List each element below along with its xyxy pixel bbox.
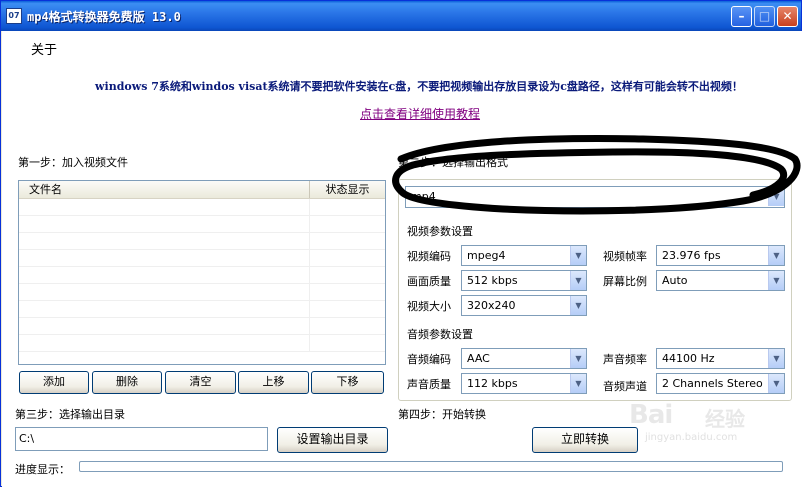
filename-cell (19, 233, 310, 249)
add-button[interactable]: 添加 (19, 371, 89, 394)
app-icon: 07 (6, 8, 22, 24)
table-row[interactable] (19, 199, 385, 216)
window-title: mp4格式转换器免费版 13.0 (27, 10, 181, 24)
column-status[interactable]: 状态显示 (310, 181, 385, 198)
audio-quality-label: 声音质量 (407, 378, 451, 391)
progress-bar (79, 461, 783, 472)
table-row[interactable] (19, 250, 385, 267)
chevron-down-icon[interactable]: ▼ (768, 349, 784, 368)
status-cell (310, 284, 385, 300)
status-cell (310, 267, 385, 283)
aspect-ratio-value: Auto (662, 274, 688, 287)
filename-cell (19, 284, 310, 300)
filename-cell (19, 250, 310, 266)
step3-label: 第三步：选择输出目录 (15, 408, 125, 421)
audio-codec-value: AAC (467, 352, 490, 365)
audio-codec-select[interactable]: AAC ▼ (461, 348, 587, 369)
chevron-down-icon[interactable]: ▼ (570, 349, 586, 368)
progress-label: 进度显示： (15, 463, 70, 476)
main-content: 关于 windows 7系统和windos visat系统请不要把软件安装在c盘… (2, 31, 802, 487)
filename-cell (19, 267, 310, 283)
video-settings-heading: 视频参数设置 (407, 225, 473, 238)
table-row[interactable] (19, 335, 385, 352)
status-cell (310, 301, 385, 317)
sample-rate-label: 声音频率 (603, 353, 647, 366)
chevron-down-icon[interactable]: ▼ (570, 374, 586, 393)
audio-channels-value: 2 Channels Stereo (662, 377, 763, 390)
audio-quality-select[interactable]: 112 kbps ▼ (461, 373, 587, 394)
tutorial-link[interactable]: 点击查看详细使用教程 (360, 105, 480, 122)
table-row[interactable] (19, 284, 385, 301)
aspect-ratio-select[interactable]: Auto ▼ (656, 270, 785, 291)
filename-cell (19, 199, 310, 215)
video-quality-select[interactable]: 512 kbps ▼ (461, 270, 587, 291)
delete-button[interactable]: 删除 (92, 371, 162, 394)
audio-codec-label: 音频编码 (407, 353, 451, 366)
minimize-button[interactable]: – (731, 6, 752, 27)
install-warning: windows 7系统和windos visat系统请不要把软件安装在c盘，不要… (95, 80, 743, 93)
framerate-value: 23.976 fps (662, 249, 721, 262)
chevron-down-icon[interactable]: ▼ (768, 271, 784, 290)
audio-channels-label: 音频声道 (603, 380, 647, 393)
filename-cell (19, 335, 310, 351)
table-row[interactable] (19, 301, 385, 318)
table-row[interactable] (19, 233, 385, 250)
video-quality-label: 画面质量 (407, 275, 451, 288)
sample-rate-select[interactable]: 44100 Hz ▼ (656, 348, 785, 369)
file-list[interactable]: 文件名 状态显示 (18, 180, 386, 365)
convert-now-button[interactable]: 立即转换 (532, 427, 638, 453)
filename-cell (19, 301, 310, 317)
filename-cell (19, 216, 310, 232)
video-size-label: 视频大小 (407, 300, 451, 313)
framerate-label: 视频帧率 (603, 250, 647, 263)
title-bar[interactable]: 07 mp4格式转换器免费版 13.0 – □ ✕ (1, 1, 801, 31)
video-quality-value: 512 kbps (467, 274, 518, 287)
filename-cell (19, 318, 310, 334)
framerate-select[interactable]: 23.976 fps ▼ (656, 245, 785, 266)
set-output-dir-button[interactable]: 设置输出目录 (277, 427, 388, 453)
chevron-down-icon[interactable]: ▼ (570, 246, 586, 265)
file-list-rows (19, 199, 385, 352)
video-codec-label: 视频编码 (407, 250, 451, 263)
video-size-value: 320x240 (467, 299, 516, 312)
sample-rate-value: 44100 Hz (662, 352, 715, 365)
chevron-down-icon[interactable]: ▼ (570, 296, 586, 315)
status-cell (310, 335, 385, 351)
aspect-ratio-label: 屏幕比例 (603, 275, 647, 288)
status-cell (310, 250, 385, 266)
status-cell (310, 233, 385, 249)
table-row[interactable] (19, 216, 385, 233)
chevron-down-icon[interactable]: ▼ (768, 374, 784, 393)
table-row[interactable] (19, 267, 385, 284)
maximize-button[interactable]: □ (754, 6, 775, 27)
chevron-down-icon[interactable]: ▼ (768, 246, 784, 265)
status-cell (310, 216, 385, 232)
menu-about[interactable]: 关于 (31, 39, 57, 58)
column-filename[interactable]: 文件名 (19, 181, 310, 198)
step2-label: 第二步：选择输出格式 (398, 156, 508, 169)
file-list-header: 文件名 状态显示 (19, 181, 385, 199)
clear-button[interactable]: 清空 (165, 371, 236, 394)
app-window: 07 mp4格式转换器免费版 13.0 – □ ✕ 关于 windows 7系统… (0, 0, 802, 487)
move-down-button[interactable]: 下移 (311, 371, 384, 394)
video-codec-value: mpeg4 (467, 249, 506, 262)
chevron-down-icon[interactable]: ▼ (570, 271, 586, 290)
status-cell (310, 318, 385, 334)
step1-label: 第一步：加入视频文件 (18, 156, 128, 169)
audio-quality-value: 112 kbps (467, 377, 518, 390)
output-path-field[interactable]: C:\ (15, 427, 268, 451)
status-cell (310, 199, 385, 215)
table-row[interactable] (19, 318, 385, 335)
video-codec-select[interactable]: mpeg4 ▼ (461, 245, 587, 266)
audio-channels-select[interactable]: 2 Channels Stereo ▼ (656, 373, 785, 394)
step4-label: 第四步：开始转换 (398, 408, 486, 421)
close-button[interactable]: ✕ (777, 6, 798, 27)
audio-settings-heading: 音频参数设置 (407, 328, 473, 341)
move-up-button[interactable]: 上移 (238, 371, 309, 394)
video-size-select[interactable]: 320x240 ▼ (461, 295, 587, 316)
